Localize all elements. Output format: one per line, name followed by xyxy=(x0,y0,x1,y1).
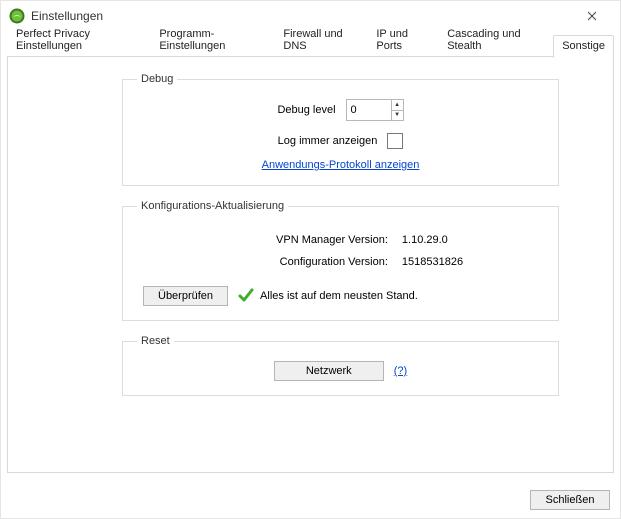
debug-legend: Debug xyxy=(137,73,177,85)
debug-group: Debug Debug level ▲ ▼ Log immer anzeigen… xyxy=(122,73,559,186)
show-app-log-link[interactable]: Anwendungs-Protokoll anzeigen xyxy=(262,159,420,171)
config-version-label: Configuration Version: xyxy=(218,256,388,268)
tab-other[interactable]: Sonstige xyxy=(553,35,614,58)
settings-window: Einstellungen Perfect Privacy Einstellun… xyxy=(0,0,621,519)
tab-perfect-privacy[interactable]: Perfect Privacy Einstellungen xyxy=(7,23,150,57)
checkmark-icon xyxy=(238,287,254,306)
tab-panel-other: Debug Debug level ▲ ▼ Log immer anzeigen… xyxy=(7,57,614,473)
debug-level-input[interactable] xyxy=(347,100,391,120)
log-always-label: Log immer anzeigen xyxy=(278,135,378,147)
app-icon xyxy=(9,8,25,24)
window-title: Einstellungen xyxy=(31,9,103,23)
window-close-button[interactable] xyxy=(572,2,612,30)
update-status-text: Alles ist auf dem neusten Stand. xyxy=(260,290,418,302)
reset-help-link[interactable]: (?) xyxy=(394,365,407,377)
reset-network-button[interactable]: Netzwerk xyxy=(274,361,384,381)
reset-group: Reset Netzwerk (?) xyxy=(122,335,559,396)
dialog-footer: Schließen xyxy=(530,490,610,510)
reset-legend: Reset xyxy=(137,335,174,347)
tab-firewall-dns[interactable]: Firewall und DNS xyxy=(274,23,367,57)
config-update-legend: Konfigurations-Aktualisierung xyxy=(137,200,288,212)
tab-ip-ports[interactable]: IP und Ports xyxy=(367,23,438,57)
tab-cascading-stealth[interactable]: Cascading und Stealth xyxy=(438,23,553,57)
debug-level-step-down[interactable]: ▼ xyxy=(392,111,403,121)
config-update-group: Konfigurations-Aktualisierung VPN Manage… xyxy=(122,200,559,321)
close-button[interactable]: Schließen xyxy=(530,490,610,510)
debug-level-label: Debug level xyxy=(277,104,335,116)
debug-level-spinner[interactable]: ▲ ▼ xyxy=(346,99,404,121)
vpn-manager-version-value: 1.10.29.0 xyxy=(402,234,463,246)
config-version-value: 1518531826 xyxy=(402,256,463,268)
check-updates-button[interactable]: Überprüfen xyxy=(143,286,228,306)
tab-bar: Perfect Privacy Einstellungen Programm-E… xyxy=(1,31,620,57)
log-always-checkbox[interactable] xyxy=(387,133,403,149)
debug-level-step-up[interactable]: ▲ xyxy=(392,100,403,111)
tab-program[interactable]: Programm-Einstellungen xyxy=(150,23,274,57)
vpn-manager-version-label: VPN Manager Version: xyxy=(218,234,388,246)
close-icon xyxy=(587,11,597,21)
